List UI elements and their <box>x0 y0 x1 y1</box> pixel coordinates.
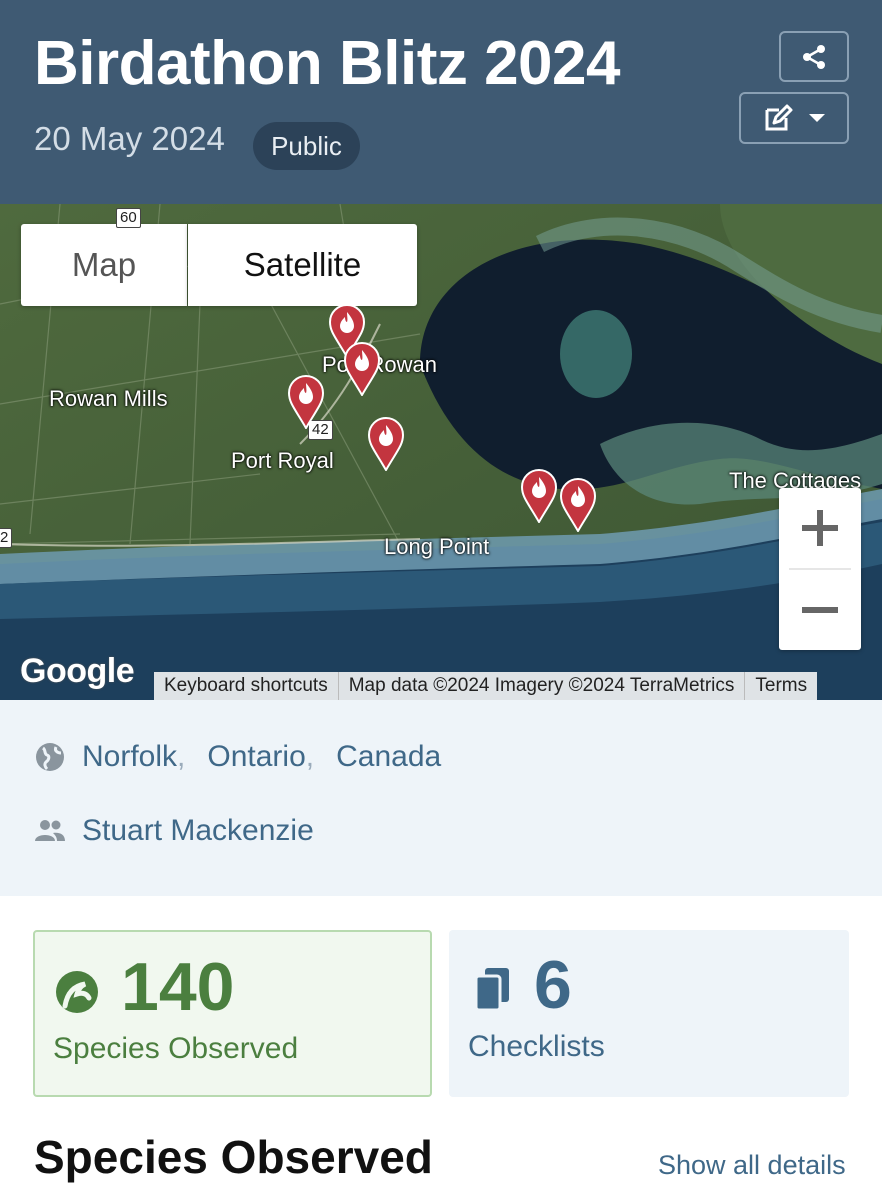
edit-menu-button[interactable] <box>739 92 849 144</box>
checklist-marker-icon[interactable] <box>343 342 381 396</box>
checklists-icon <box>474 968 509 1012</box>
zoom-out-button[interactable] <box>779 570 861 650</box>
google-logo: Google <box>20 652 135 690</box>
checklists-count-card[interactable]: 6 Checklists <box>449 930 849 1097</box>
keyboard-shortcuts-link[interactable]: Keyboard shortcuts <box>154 672 338 700</box>
page-title: Birdathon Blitz 2024 <box>34 29 621 98</box>
region-county-link[interactable]: Norfolk <box>82 740 177 774</box>
checklists-count: 6 <box>534 947 572 1023</box>
checklist-marker-icon[interactable] <box>367 417 405 471</box>
comma-separator: , <box>305 740 315 773</box>
comma-separator: , <box>177 740 186 773</box>
road-shield-60: 60 <box>116 208 141 228</box>
region-province-link[interactable]: Ontario <box>207 740 305 774</box>
map-data-attribution: Map data ©2024 Imagery ©2024 TerraMetric… <box>337 672 745 700</box>
share-button[interactable] <box>779 31 849 82</box>
minus-icon <box>802 607 838 613</box>
edit-icon <box>765 104 793 131</box>
species-count-card[interactable]: 140 Species Observed <box>33 930 432 1097</box>
region-row: Norfolk, Ontario, Canada <box>34 740 441 774</box>
location-panel: Norfolk, Ontario, Canada Stuart Mackenzi… <box>0 700 882 896</box>
event-map[interactable]: Map Satellite 60 42 2 Port Rowan Rowan M… <box>0 204 882 700</box>
region-country-link[interactable]: Canada <box>336 740 441 774</box>
plus-icon <box>802 510 838 546</box>
place-rowan-mills: Rowan Mills <box>49 386 168 411</box>
checklist-marker-icon[interactable] <box>287 375 325 429</box>
page-header: Birdathon Blitz 2024 20 May 2024 Public <box>0 0 882 204</box>
map-type-satellite-button[interactable]: Satellite <box>188 224 417 306</box>
participant-link[interactable]: Stuart Mackenzie <box>82 814 314 848</box>
event-date: 20 May 2024 <box>34 120 225 157</box>
map-attribution-bar: Keyboard shortcuts Map data ©2024 Imager… <box>154 672 818 700</box>
show-all-details-link[interactable]: Show all details <box>658 1150 846 1181</box>
species-count: 140 <box>121 949 235 1025</box>
place-port-royal: Port Royal <box>231 448 334 473</box>
chevron-down-icon <box>809 114 825 122</box>
map-type-map-button[interactable]: Map <box>21 224 187 306</box>
zoom-in-button[interactable] <box>779 488 861 568</box>
species-icon <box>56 971 98 1013</box>
species-section-title: Species Observed <box>34 1131 433 1183</box>
people-icon <box>34 819 82 843</box>
checklist-marker-icon[interactable] <box>520 469 558 523</box>
place-long-point: Long Point <box>384 534 490 559</box>
checklists-count-label: Checklists <box>468 1030 605 1063</box>
share-icon <box>803 44 825 69</box>
participants-row: Stuart Mackenzie <box>34 814 314 848</box>
visibility-badge: Public <box>253 122 360 170</box>
checklist-marker-icon[interactable] <box>559 478 597 532</box>
globe-icon <box>34 741 82 773</box>
zoom-control <box>779 488 861 650</box>
species-count-label: Species Observed <box>53 1032 299 1065</box>
road-shield-2: 2 <box>0 528 13 548</box>
terms-link[interactable]: Terms <box>744 672 817 700</box>
